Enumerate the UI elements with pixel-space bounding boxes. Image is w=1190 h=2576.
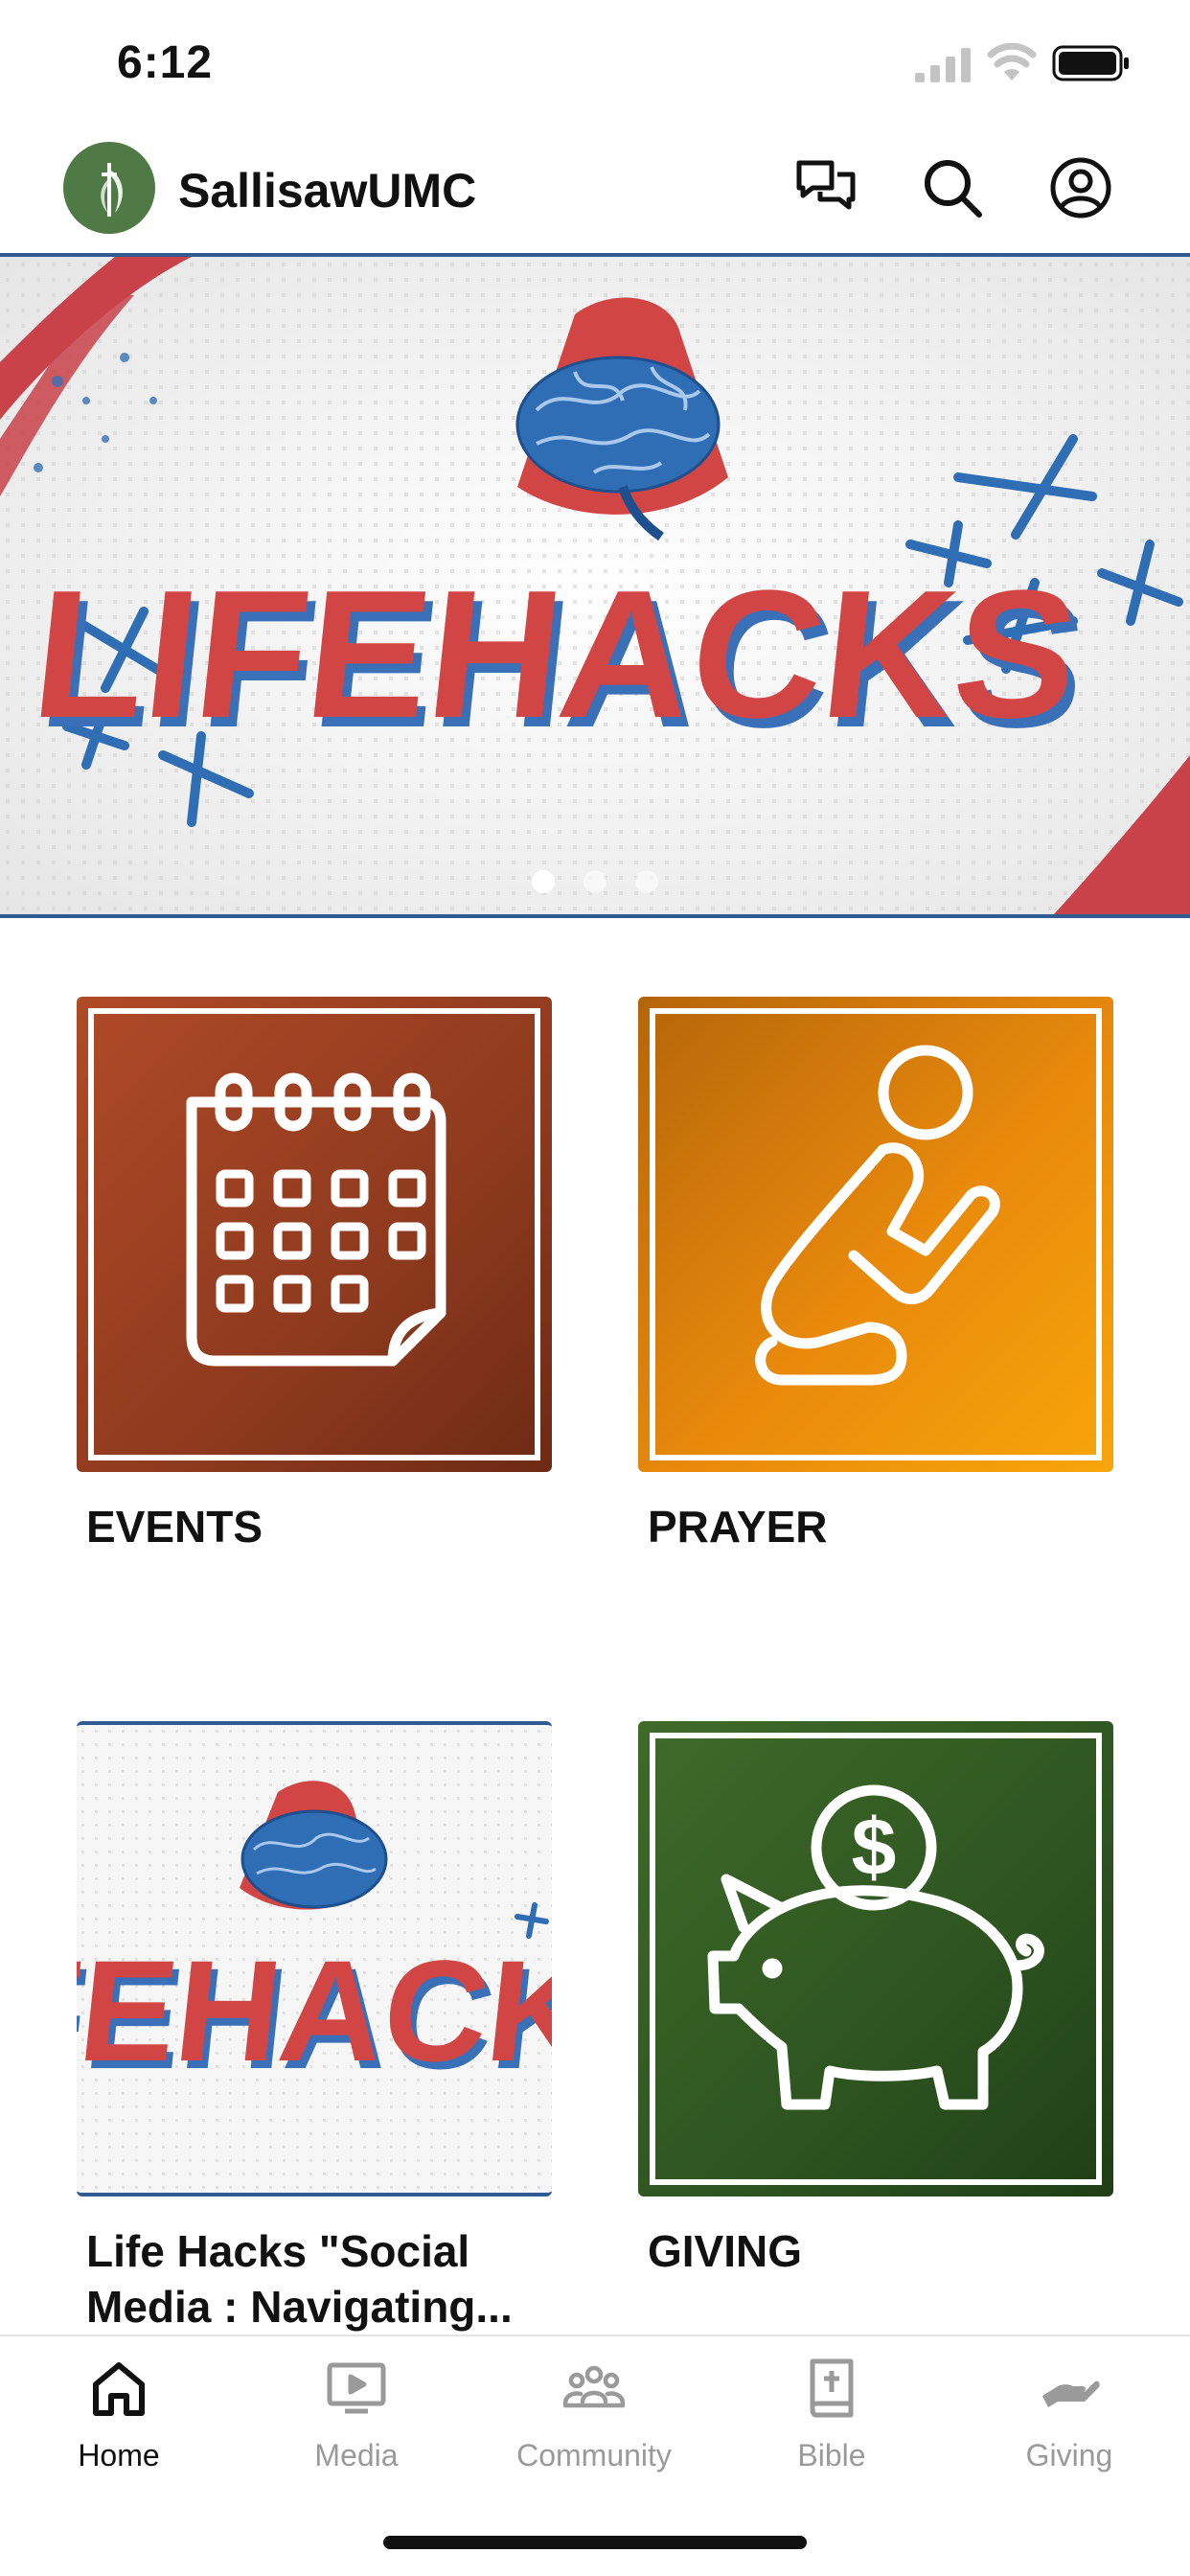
search-icon[interactable] [920, 155, 985, 220]
lifehacks-thumbnail: LIFEHACKS LIFEHACKS [77, 1721, 552, 2196]
home-screen: 6:12 SallisawUMC LIFEHACKS LIFEHACKS EVE… [0, 0, 1190, 2576]
status-time: 6:12 [117, 37, 214, 88]
carousel-dots [0, 870, 1190, 893]
status-bar: 6:12 [0, 0, 1190, 132]
giving-tile[interactable]: $ GIVING [638, 1721, 1113, 2279]
hero-banner-carousel[interactable]: LIFEHACKS LIFEHACKS [0, 253, 1190, 918]
giving-hand-icon [1042, 2380, 1100, 2407]
people-icon [563, 2365, 625, 2408]
tv-icon [327, 2362, 386, 2414]
giving-label: GIVING [648, 2226, 803, 2276]
tab-giving[interactable]: Giving [950, 2358, 1188, 2492]
tab-home[interactable]: Home [0, 2358, 238, 2492]
tab-community-label: Community [516, 2438, 672, 2472]
prayer-label: PRAYER [648, 1502, 828, 1552]
tab-giving-label: Giving [1025, 2438, 1113, 2472]
carousel-dot-1[interactable] [532, 870, 555, 893]
battery-icon [1052, 45, 1129, 81]
church-logo [63, 142, 155, 234]
events-label: EVENTS [86, 1502, 263, 1552]
tab-community[interactable]: Community [475, 2358, 713, 2492]
carousel-dot-3[interactable] [635, 870, 658, 893]
calendar-icon [186, 1072, 446, 1367]
home-icon [93, 2362, 145, 2416]
bible-icon [810, 2358, 854, 2418]
svg-text:$: $ [852, 1802, 897, 1892]
piggy-bank-icon: $ [707, 1784, 1044, 2110]
home-indicator [383, 2536, 807, 2549]
account-icon[interactable] [1048, 155, 1113, 220]
prayer-tile[interactable]: PRAYER [638, 997, 1113, 1554]
cellular-signal-icon [915, 48, 971, 82]
tab-media[interactable]: Media [238, 2358, 475, 2492]
app-title: SallisawUMC [178, 164, 477, 218]
prayer-tile-image [638, 997, 1113, 1472]
tab-media-label: Media [314, 2438, 399, 2472]
wifi-icon [987, 42, 1037, 80]
tab-bible-label: Bible [797, 2438, 866, 2472]
thumbnail-title: LIFEHACKS [77, 1930, 552, 2091]
tab-home-label: Home [78, 2438, 160, 2472]
lifehacks-media-label: Life Hacks "Social Media : Navigating... [86, 2226, 513, 2332]
events-tile-image [77, 997, 552, 1472]
tab-bible[interactable]: Bible [713, 2358, 950, 2492]
lifehacks-banner-image: LIFEHACKS LIFEHACKS [0, 257, 1190, 914]
chat-icon[interactable] [793, 155, 858, 220]
giving-tile-image: $ [638, 1721, 1113, 2196]
praying-person-icon [755, 1045, 1000, 1386]
lifehacks-media-tile[interactable]: LIFEHACKS LIFEHACKS Life Hacks "Social M… [77, 1721, 552, 2334]
app-header: SallisawUMC [0, 132, 1190, 253]
carousel-dot-2[interactable] [584, 870, 606, 893]
banner-title: LIFEHACKS [25, 553, 1087, 755]
events-tile[interactable]: EVENTS [77, 997, 552, 1554]
